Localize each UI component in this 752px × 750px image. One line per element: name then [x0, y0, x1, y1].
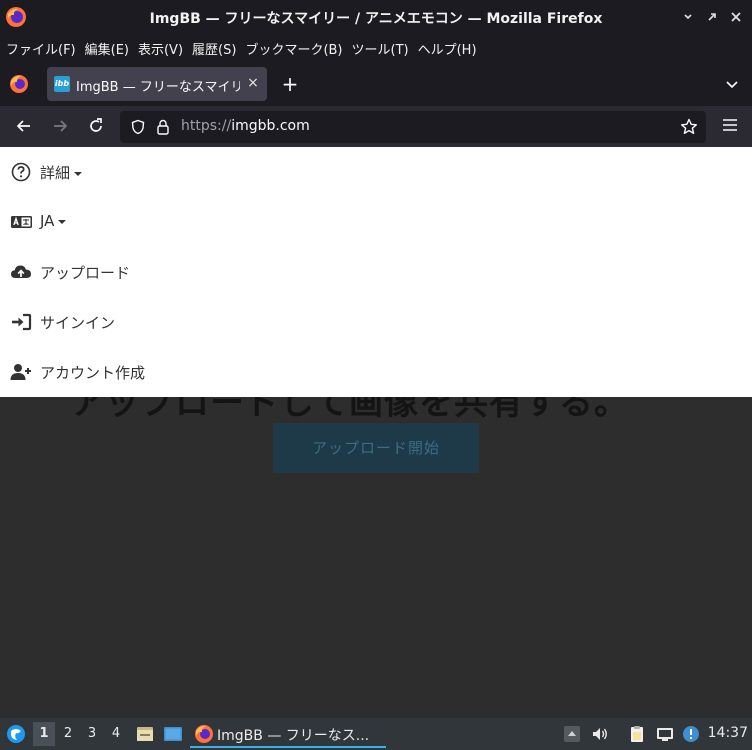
tracking-protection-shield-icon[interactable]	[130, 119, 146, 135]
tab-imgbb[interactable]: ibb ImgBB — フリーなスマイリー / アニメエモコン ×	[47, 67, 267, 101]
screen: ImgBB — フリーなスマイリー / アニメエモコン — Mozilla Fi…	[0, 0, 752, 750]
notification-icon[interactable]	[682, 725, 700, 743]
firefox-view-icon[interactable]	[9, 74, 29, 94]
show-desktop-icon[interactable]	[163, 725, 183, 743]
list-all-tabs-icon[interactable]	[724, 76, 740, 92]
menu-view[interactable]: 表示(V)	[138, 39, 183, 58]
language-icon	[11, 216, 32, 228]
start-menu-icon[interactable]	[6, 724, 26, 744]
menu-file[interactable]: ファイル(F)	[6, 39, 76, 58]
nav-toolbar: https://imgbb.com	[0, 106, 752, 147]
new-tab-button[interactable]: +	[279, 73, 301, 95]
page-content: アップロードして画像を共有する。 アップロード開始 詳細 JA アップロード サ…	[0, 147, 752, 718]
tab-close-icon[interactable]: ×	[246, 75, 260, 91]
tray-up-arrow-icon[interactable]	[563, 725, 581, 743]
file-manager-icon[interactable]	[135, 724, 155, 744]
window-titlebar: ImgBB — フリーなスマイリー / アニメエモコン — Mozilla Fi…	[0, 0, 752, 34]
window-title: ImgBB — フリーなスマイリー / アニメエモコン — Mozilla Fi…	[149, 11, 603, 27]
sign-in-icon	[12, 313, 32, 331]
caret-down-icon	[74, 171, 83, 176]
workspace-1[interactable]: 1	[33, 722, 55, 746]
reload-icon[interactable]	[86, 116, 106, 136]
network-icon[interactable]	[656, 725, 674, 743]
url-text[interactable]: https://imgbb.com	[181, 118, 310, 134]
menu-item-signup[interactable]: アカウント作成	[0, 347, 752, 397]
url-host: imgbb.com	[231, 118, 310, 134]
workspace-2[interactable]: 2	[57, 722, 79, 746]
clipboard-icon[interactable]	[628, 725, 646, 743]
lock-icon[interactable]	[155, 118, 171, 136]
menu-item-signin-label: サインイン	[40, 314, 116, 332]
caret-down-icon	[58, 219, 67, 224]
mobile-menu-dropdown: 詳細 JA アップロード サインイン アカウント作成	[0, 147, 752, 397]
menu-history[interactable]: 履歴(S)	[192, 39, 236, 58]
menu-tools[interactable]: ツール(T)	[352, 39, 409, 58]
menu-bookmarks[interactable]: ブックマーク(B)	[245, 39, 342, 58]
user-plus-icon	[10, 364, 31, 380]
taskbar-firefox-window[interactable]: ImgBB — フリーなス...	[190, 720, 386, 748]
back-icon[interactable]	[14, 116, 34, 136]
volume-icon[interactable]	[591, 725, 609, 743]
menu-edit[interactable]: 編集(E)	[85, 39, 129, 58]
bookmark-star-icon[interactable]	[680, 118, 698, 136]
forward-icon[interactable]	[50, 116, 70, 136]
menu-item-details[interactable]: 詳細	[0, 147, 752, 197]
close-icon[interactable]	[728, 9, 744, 25]
menu-item-language-label: JA	[40, 212, 67, 230]
start-upload-button[interactable]: アップロード開始	[273, 423, 479, 473]
firefox-icon	[195, 725, 213, 743]
tab-title: ImgBB — フリーなスマイリー / アニメエモコン	[76, 80, 240, 95]
menu-item-upload[interactable]: アップロード	[0, 247, 752, 297]
menu-item-language[interactable]: JA	[0, 197, 752, 247]
menu-item-signup-label: アカウント作成	[40, 364, 146, 382]
taskbar: 1 2 3 4 ImgBB — フリーなス... 14:37	[0, 718, 752, 750]
url-scheme: https://	[181, 118, 232, 134]
taskbar-window-label: ImgBB — フリーなス...	[217, 728, 370, 744]
menu-bar: ファイル(F) 編集(E) 表示(V) 履歴(S) ブックマーク(B) ツール(…	[0, 34, 752, 62]
minimize-icon[interactable]	[680, 9, 696, 25]
menu-item-details-label: 詳細	[40, 162, 83, 183]
question-circle-icon	[11, 162, 31, 182]
address-bar[interactable]: https://imgbb.com	[120, 111, 706, 143]
hamburger-menu-icon[interactable]	[722, 118, 738, 132]
maximize-icon[interactable]	[704, 9, 720, 25]
imgbb-favicon-icon: ibb	[54, 76, 70, 92]
menu-item-signin[interactable]: サインイン	[0, 297, 752, 347]
clock[interactable]: 14:37	[708, 725, 748, 741]
tab-strip: ibb ImgBB — フリーなスマイリー / アニメエモコン × +	[0, 62, 752, 106]
menu-help[interactable]: ヘルプ(H)	[418, 39, 477, 58]
cloud-upload-icon	[11, 265, 31, 278]
workspace-3[interactable]: 3	[81, 722, 103, 746]
menu-item-upload-label: アップロード	[40, 264, 131, 282]
workspace-4[interactable]: 4	[105, 722, 127, 746]
